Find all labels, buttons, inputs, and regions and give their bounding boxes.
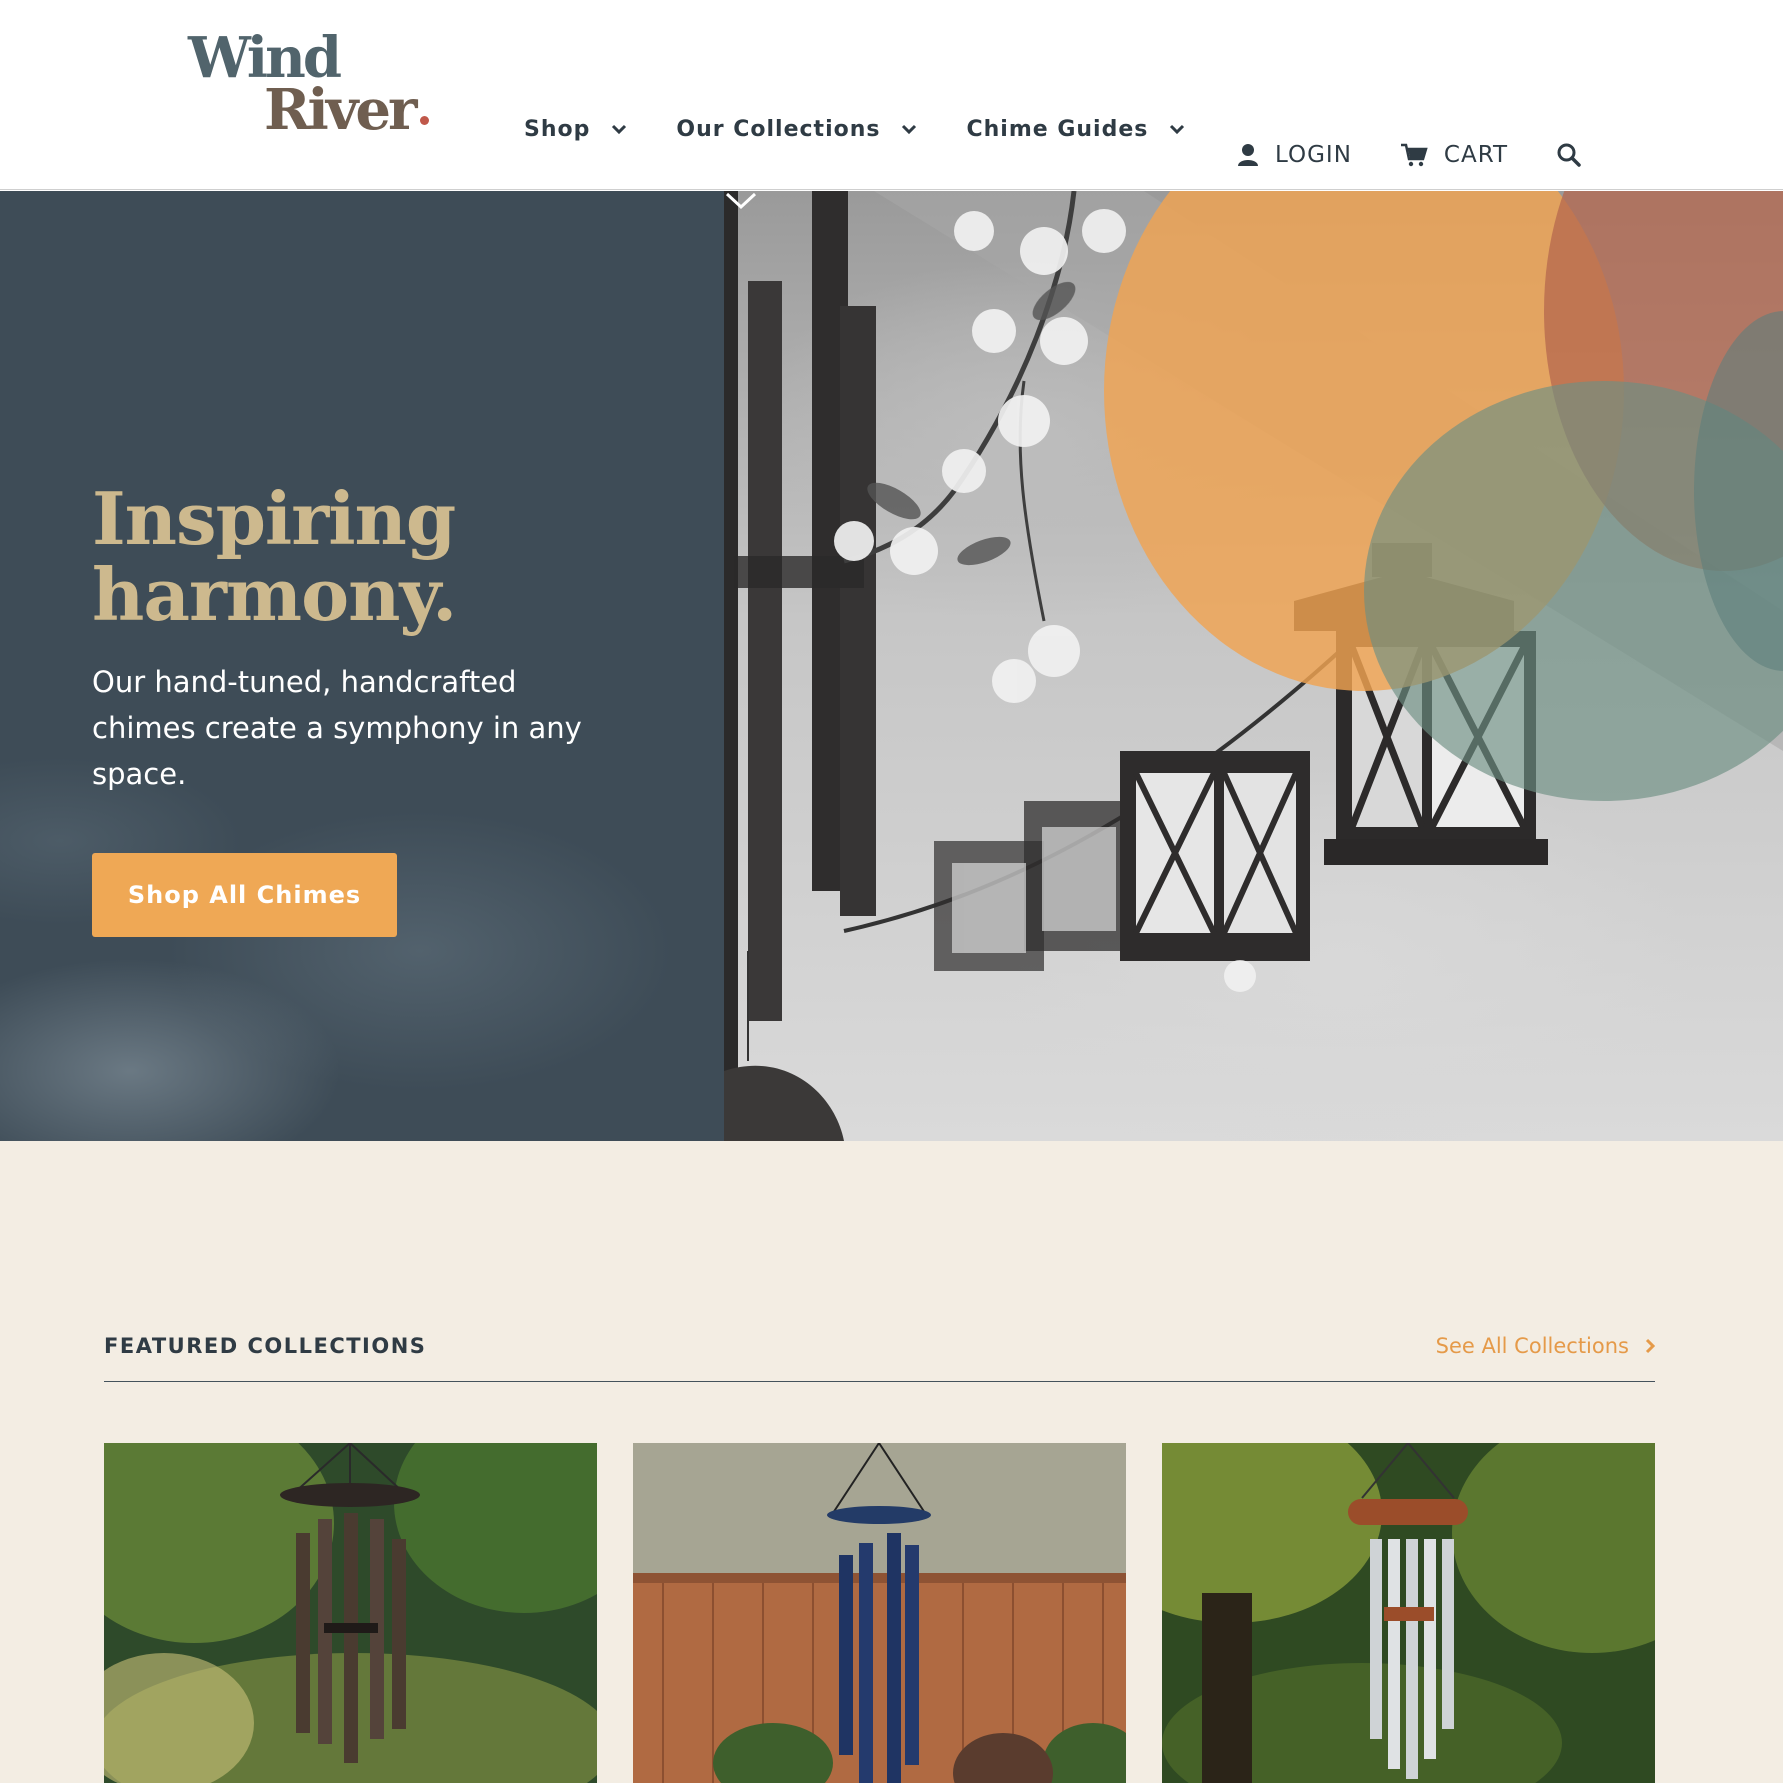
nav-shop-label: Shop: [524, 116, 591, 142]
chevron-down-icon: [902, 124, 917, 135]
brand-logo[interactable]: Wind River: [184, 30, 434, 142]
wind-chime-lanterns-photo: [724, 191, 1783, 1141]
shop-all-chimes-button[interactable]: Shop All Chimes: [92, 853, 397, 937]
hero-image: [724, 191, 1783, 1141]
chevron-down-icon: [612, 124, 627, 135]
main-nav: Shop Our Collections Chime Guides: [524, 114, 1234, 144]
hero-text-panel: Inspiring harmony. Our hand-tuned, handc…: [0, 191, 724, 1141]
chevron-down-icon: [1170, 124, 1185, 135]
nav-shop[interactable]: Shop: [524, 117, 630, 142]
collection-image-blue-chime: [633, 1443, 1126, 1783]
chevron-right-icon: [1645, 1338, 1655, 1354]
hero-title-line-2: harmony.: [92, 552, 457, 637]
section-header: FEATURED COLLECTIONS See All Collections: [104, 1334, 1655, 1382]
scroll-down-chevron-icon[interactable]: [724, 191, 758, 211]
utility-nav: LOGIN CART: [1237, 140, 1582, 170]
nav-our-collections[interactable]: Our Collections: [676, 117, 920, 142]
cart-icon: [1400, 143, 1428, 167]
featured-collections-section: FEATURED COLLECTIONS See All Collections: [0, 1141, 1783, 1783]
user-icon: [1238, 144, 1258, 166]
login-link[interactable]: LOGIN: [1237, 142, 1352, 168]
nav-chime-guides[interactable]: Chime Guides: [966, 117, 1188, 142]
nav-guides-label: Chime Guides: [966, 116, 1149, 142]
nav-collections-label: Our Collections: [676, 116, 881, 142]
section-title: FEATURED COLLECTIONS: [104, 1334, 427, 1358]
collection-card[interactable]: [633, 1443, 1126, 1783]
collection-image-bronze-chime: [104, 1443, 597, 1783]
collection-card[interactable]: [104, 1443, 597, 1783]
see-all-label: See All Collections: [1435, 1334, 1629, 1358]
cart-label: CART: [1443, 142, 1509, 168]
collection-card[interactable]: [1162, 1443, 1655, 1783]
collection-image-silver-chime: [1162, 1443, 1655, 1783]
hero-banner: Inspiring harmony. Our hand-tuned, handc…: [0, 191, 1783, 1141]
hero-description: Our hand-tuned, handcrafted chimes creat…: [92, 665, 582, 791]
hero-title-line-1: Inspiring: [92, 476, 456, 561]
see-all-collections-link[interactable]: See All Collections: [1436, 1334, 1655, 1358]
search-icon[interactable]: [1556, 142, 1582, 168]
logo-line-2: River: [264, 77, 417, 143]
site-header: Wind River Shop Our Collections Chime Gu…: [0, 0, 1783, 190]
login-label: LOGIN: [1275, 142, 1352, 168]
cart-link[interactable]: CART: [1400, 142, 1508, 168]
hero-title: Inspiring harmony.: [92, 481, 652, 633]
logo-dot: [420, 116, 429, 125]
